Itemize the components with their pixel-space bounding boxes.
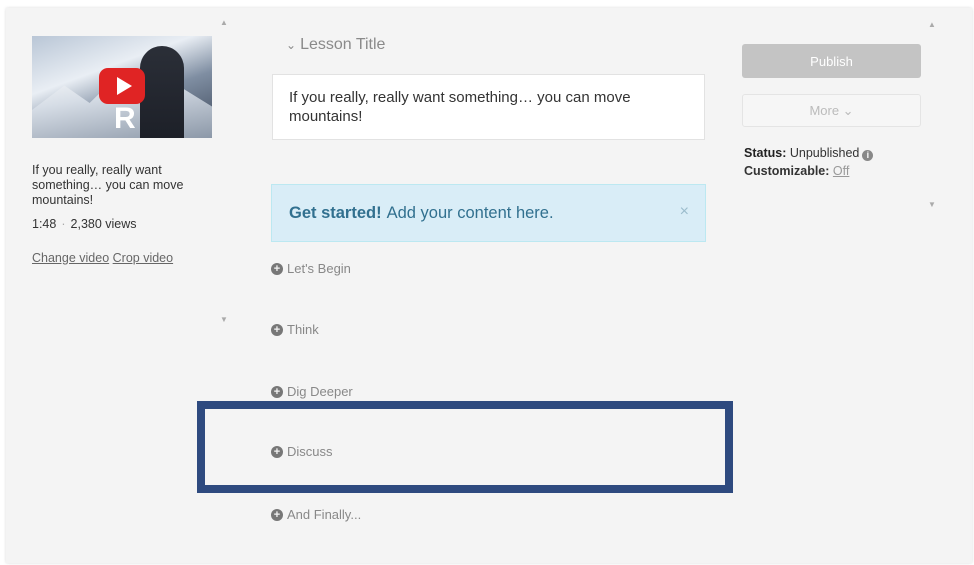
lesson-title-label-text: Lesson Title: [300, 36, 386, 53]
close-icon[interactable]: ×: [680, 203, 689, 221]
customizable-line: Customizable: Off: [744, 164, 849, 178]
plus-circle-icon: +: [271, 262, 283, 275]
play-icon[interactable]: [99, 68, 145, 104]
video-views: 2,380 views: [70, 217, 137, 231]
customizable-key: Customizable:: [744, 164, 830, 178]
get-started-bold: Get started!: [289, 203, 382, 222]
section-label: And Finally...: [287, 507, 362, 522]
video-meta: 1:48 · 2,380 views: [32, 217, 137, 231]
video-duration: 1:48: [32, 217, 57, 231]
video-links: Change video Crop video: [32, 251, 173, 265]
status-line: Status: Unpublished i: [744, 146, 874, 161]
publish-button[interactable]: Publish: [742, 44, 921, 78]
section-label: Let's Begin: [287, 261, 351, 276]
person-image: [140, 46, 184, 138]
status-key: Status:: [744, 146, 787, 160]
video-panel: R If you really, really want something… …: [22, 18, 232, 318]
left-scroll-down-icon[interactable]: ▼: [220, 315, 228, 324]
change-video-link[interactable]: Change video: [32, 251, 109, 265]
customizable-toggle[interactable]: Off: [833, 164, 849, 178]
left-scroll-up-icon[interactable]: ▲: [220, 18, 228, 27]
meta-separator: ·: [61, 217, 66, 231]
highlight-annotation-box: [197, 401, 733, 493]
info-icon[interactable]: i: [862, 150, 874, 161]
section-and-finally[interactable]: + And Finally...: [271, 507, 361, 522]
plus-circle-icon: +: [271, 508, 283, 521]
section-lets-begin[interactable]: + Let's Begin: [271, 261, 351, 276]
section-think[interactable]: + Think: [271, 322, 319, 337]
video-title: If you really, really want something… yo…: [32, 163, 184, 207]
section-label: Dig Deeper: [287, 384, 353, 399]
video-thumbnail[interactable]: R: [32, 36, 212, 138]
right-scroll-down-icon[interactable]: ▼: [928, 200, 936, 209]
right-scroll-up-icon[interactable]: ▲: [928, 20, 936, 29]
crop-video-link[interactable]: Crop video: [113, 251, 173, 265]
section-dig-deeper[interactable]: + Dig Deeper: [271, 384, 353, 399]
plus-circle-icon: +: [271, 323, 283, 336]
thumbnail-letter: R: [114, 102, 136, 135]
lesson-title-label[interactable]: ⌄ Lesson Title: [286, 36, 385, 54]
chevron-down-icon: ⌄: [286, 38, 297, 52]
get-started-banner: Get started! Add your content here. ×: [271, 184, 706, 242]
more-button[interactable]: More ⌄: [742, 94, 921, 127]
status-value: Unpublished: [789, 146, 860, 160]
section-label: Think: [287, 322, 319, 337]
get-started-text: Add your content here.: [386, 203, 554, 222]
lesson-title-input[interactable]: If you really, really want something… yo…: [272, 74, 705, 140]
plus-circle-icon: +: [271, 385, 283, 398]
